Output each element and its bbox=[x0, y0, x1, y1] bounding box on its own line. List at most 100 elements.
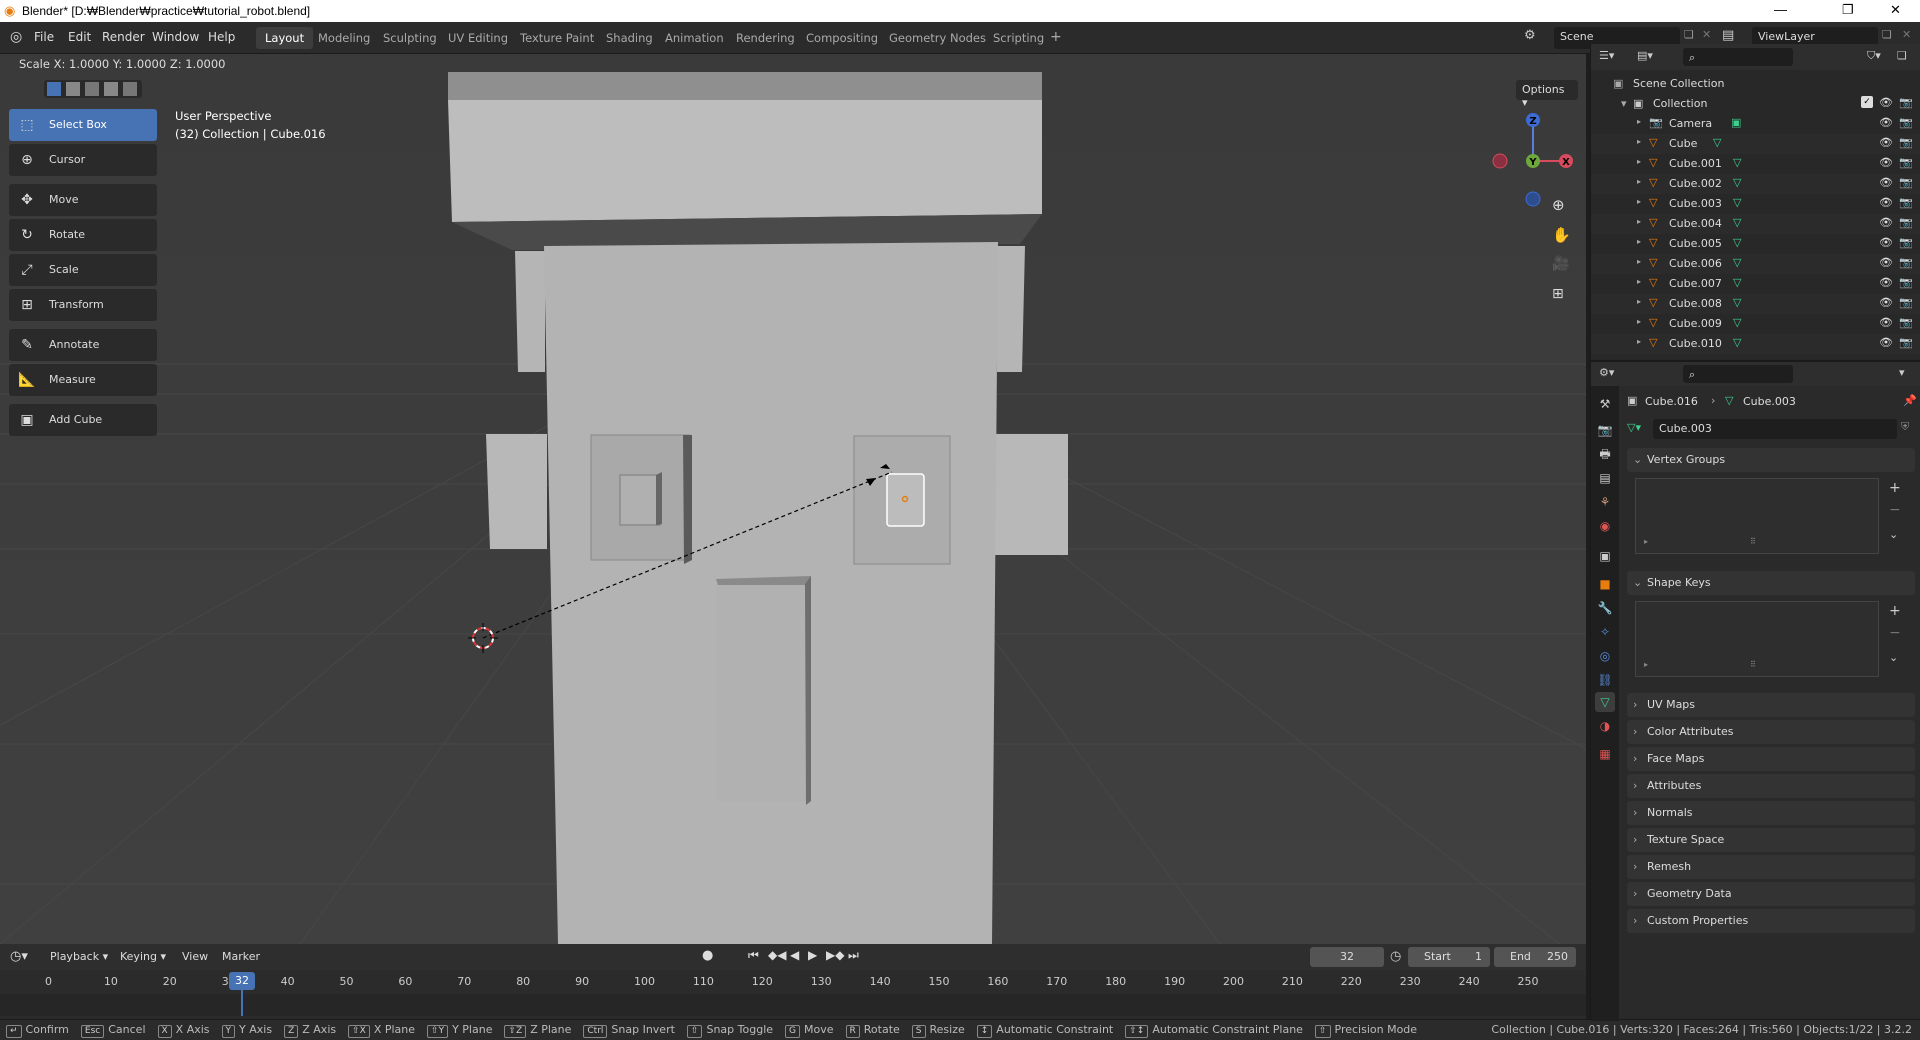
mesh-name-field[interactable]: Cube.003 bbox=[1653, 419, 1897, 439]
panel-normals[interactable]: › Normals bbox=[1627, 801, 1915, 825]
tab-sculpting[interactable]: Sculpting bbox=[374, 27, 446, 49]
panel-geometry-data[interactable]: › Geometry Data bbox=[1627, 882, 1915, 906]
menu-view[interactable]: View bbox=[182, 950, 208, 963]
blender-menu-icon[interactable]: ◎ bbox=[10, 29, 22, 45]
list-filter-icon[interactable]: ▸ bbox=[1644, 660, 1648, 669]
expand-arrow-icon[interactable]: ▸ bbox=[1637, 297, 1641, 306]
expand-arrow-icon[interactable]: ▸ bbox=[1637, 257, 1641, 266]
outliner-item[interactable]: ▸ ▽ Cube.002 ▽ 👁 📷 bbox=[1591, 174, 1920, 194]
outliner-item[interactable]: ▸ ▽ Cube.004 ▽ 👁 📷 bbox=[1591, 214, 1920, 234]
panel-remesh[interactable]: › Remesh bbox=[1627, 855, 1915, 879]
tab-rendering[interactable]: Rendering bbox=[727, 27, 804, 49]
tool-annotate[interactable]: ✎ Annotate bbox=[9, 329, 157, 361]
object-name[interactable]: Cube.002 bbox=[1669, 177, 1722, 190]
tool-tab-icon[interactable]: ⚒ bbox=[1595, 394, 1615, 414]
expand-arrow-icon[interactable]: ▸ bbox=[1637, 317, 1641, 326]
visibility-eye-icon[interactable]: 👁 bbox=[1879, 316, 1893, 329]
visibility-eye-icon[interactable]: 👁 bbox=[1879, 176, 1893, 189]
object-name[interactable]: Cube.005 bbox=[1669, 237, 1722, 250]
outliner-collection[interactable]: ▾ ▣ Collection ✓ 👁 📷 bbox=[1591, 94, 1920, 114]
tab-animation[interactable]: Animation bbox=[656, 27, 733, 49]
properties-editor-icon[interactable]: ⚙▾ bbox=[1599, 366, 1614, 379]
mode-new-icon[interactable] bbox=[47, 82, 61, 96]
filter-icon[interactable]: ⛉▾ bbox=[1867, 49, 1881, 63]
remove-view-layer-icon[interactable]: ✕ bbox=[1902, 28, 1911, 41]
outliner-object-list[interactable]: ▸ 📷 Camera ▣ 👁 📷 ▸ ▽ Cube ▽ 👁 📷 ▸ ▽ Cube.001 ▽ 👁 📷 ▸ ▽ Cube.… bbox=[1591, 114, 1920, 354]
menu-keying[interactable]: Keying ▾ bbox=[120, 950, 166, 963]
outliner-item[interactable]: ▸ ▽ Cube.005 ▽ 👁 📷 bbox=[1591, 234, 1920, 254]
new-collection-icon[interactable]: ❏ bbox=[1897, 49, 1907, 62]
outliner-editor-icon[interactable]: ☰▾ bbox=[1599, 49, 1614, 62]
visibility-eye-icon[interactable]: 👁 bbox=[1879, 216, 1893, 229]
visibility-eye-icon[interactable]: 👁 bbox=[1879, 276, 1893, 289]
visibility-eye-icon[interactable]: 👁 bbox=[1879, 136, 1893, 149]
playhead-frame-badge[interactable]: 32 bbox=[229, 972, 255, 990]
perspective-toggle-icon[interactable]: ⊞ bbox=[1552, 286, 1564, 302]
menu-render[interactable]: Render bbox=[102, 30, 145, 44]
head-top-face[interactable] bbox=[448, 72, 1042, 100]
mode-invert-icon[interactable] bbox=[104, 82, 118, 96]
mesh-data-icon[interactable]: ▽ bbox=[1713, 136, 1721, 149]
panel-custom-properties[interactable]: › Custom Properties bbox=[1627, 909, 1915, 933]
object-name[interactable]: Camera bbox=[1669, 117, 1712, 130]
new-scene-icon[interactable]: ❏ bbox=[1684, 28, 1694, 41]
tab-compositing[interactable]: Compositing bbox=[797, 27, 887, 49]
mode-intersect-icon[interactable] bbox=[123, 82, 137, 96]
outliner-item[interactable]: ▸ ▽ Cube.009 ▽ 👁 📷 bbox=[1591, 314, 1920, 334]
outliner-item[interactable]: ▸ ▽ Cube ▽ 👁 📷 bbox=[1591, 134, 1920, 154]
tool-select-box[interactable]: ⬚ Select Box bbox=[9, 109, 157, 141]
outliner-item[interactable]: ▸ ▽ Cube.003 ▽ 👁 📷 bbox=[1591, 194, 1920, 214]
outliner[interactable]: ☰▾ ▤▾ ⌕ ⛉▾ ❏ ▣ Scene Collection ▾ ▣ Coll… bbox=[1590, 44, 1920, 360]
object-name[interactable]: Cube.007 bbox=[1669, 277, 1722, 290]
remove-scene-icon[interactable]: ✕ bbox=[1702, 28, 1711, 41]
mode-subtract-icon[interactable] bbox=[85, 82, 99, 96]
left-upper-block[interactable] bbox=[515, 251, 545, 372]
visibility-eye-icon[interactable]: 👁 bbox=[1879, 336, 1893, 349]
tab-scripting[interactable]: Scripting bbox=[984, 27, 1053, 49]
list-resize-handle[interactable]: ⠿ bbox=[1750, 660, 1756, 669]
right-arm-block[interactable] bbox=[995, 434, 1068, 555]
expand-arrow-icon[interactable]: ▸ bbox=[1637, 117, 1641, 126]
mesh-datablock-selector[interactable]: ▽▾ Cube.003 ⛨ bbox=[1627, 418, 1917, 440]
tool-measure[interactable]: 📐 Measure bbox=[9, 364, 157, 396]
outliner-item[interactable]: ▸ ▽ Cube.010 ▽ 👁 📷 bbox=[1591, 334, 1920, 354]
menu-marker[interactable]: Marker bbox=[222, 950, 260, 963]
expand-arrow-icon[interactable]: ▸ bbox=[1637, 277, 1641, 286]
render-camera-icon[interactable]: 📷 bbox=[1899, 176, 1913, 189]
outliner-item[interactable]: ▸ ▽ Cube.006 ▽ 👁 📷 bbox=[1591, 254, 1920, 274]
selected-cube-016[interactable] bbox=[886, 473, 925, 527]
tool-transform[interactable]: ⊞ Transform bbox=[9, 289, 157, 321]
start-frame-field[interactable]: Start 1 bbox=[1408, 947, 1490, 967]
tab-geometry-nodes[interactable]: Geometry Nodes bbox=[880, 27, 995, 49]
visibility-eye-icon[interactable]: 👁 bbox=[1879, 96, 1893, 109]
object-tab-icon[interactable]: ■ bbox=[1595, 574, 1615, 594]
mesh-data-icon[interactable]: ▽ bbox=[1733, 256, 1741, 269]
mesh-data-icon[interactable]: ▽ bbox=[1733, 216, 1741, 229]
left-eye-cube[interactable] bbox=[619, 474, 661, 526]
mouth-block[interactable] bbox=[716, 576, 811, 801]
mesh-data-icon[interactable]: ▽ bbox=[1733, 276, 1741, 289]
outliner-item[interactable]: ▸ 📷 Camera ▣ 👁 📷 bbox=[1591, 114, 1920, 134]
gizmo-neg-x-icon[interactable] bbox=[1492, 153, 1508, 169]
editor-type-icon[interactable]: ◷▾ bbox=[10, 949, 28, 964]
object-name[interactable]: Cube.010 bbox=[1669, 337, 1722, 350]
panel-face-maps[interactable]: › Face Maps bbox=[1627, 747, 1915, 771]
vertex-group-add-icon[interactable]: + bbox=[1889, 480, 1901, 496]
particles-tab-icon[interactable]: ✧ bbox=[1595, 622, 1615, 642]
jump-keyframe-back-icon[interactable]: ◆◀ bbox=[768, 948, 786, 962]
mesh-data-icon[interactable]: ▽ bbox=[1733, 336, 1741, 349]
expand-arrow-icon[interactable]: ▸ bbox=[1637, 197, 1641, 206]
tab-modeling[interactable]: Modeling bbox=[309, 27, 379, 49]
mesh-data-icon[interactable]: ▽ bbox=[1733, 156, 1741, 169]
play-icon[interactable]: ▶ bbox=[808, 948, 817, 962]
world-tab-icon[interactable]: ◉ bbox=[1595, 516, 1615, 536]
visibility-eye-icon[interactable]: 👁 bbox=[1879, 116, 1893, 129]
minimize-icon[interactable]: — bbox=[1774, 2, 1787, 17]
outliner-item[interactable]: ▸ ▽ Cube.001 ▽ 👁 📷 bbox=[1591, 154, 1920, 174]
object-name[interactable]: Cube.001 bbox=[1669, 157, 1722, 170]
properties-editor[interactable]: ⚙▾ ⌕ ▾ ⚒ 📷 🖶 ▤ ⚘ ◉ ▣ ■ 🔧 ✧ ◎ ⛓ ▽ ◑ ▦ ▣ C… bbox=[1590, 360, 1920, 1021]
object-name[interactable]: Cube.008 bbox=[1669, 297, 1722, 310]
jump-keyframe-forward-icon[interactable]: ▶◆ bbox=[826, 948, 844, 962]
view-layer-icon[interactable]: ▤ bbox=[1722, 28, 1734, 43]
visibility-eye-icon[interactable]: 👁 bbox=[1879, 296, 1893, 309]
